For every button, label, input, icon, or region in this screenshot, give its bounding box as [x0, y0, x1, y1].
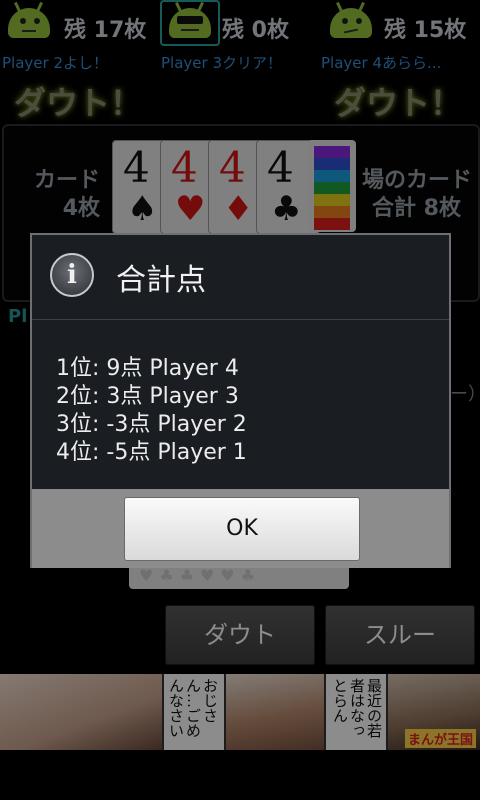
result-line: 4位: -5点 Player 1	[56, 440, 247, 465]
info-icon: i	[50, 253, 94, 297]
ok-button[interactable]: OK	[124, 497, 360, 561]
dialog-header: i 合計点	[32, 235, 449, 320]
score-dialog: i 合計点 1位: 9点 Player 4 2位: 3点 Player 3 3位…	[30, 233, 451, 568]
dialog-footer: OK	[32, 489, 449, 568]
dialog-title: 合計点	[116, 263, 206, 298]
